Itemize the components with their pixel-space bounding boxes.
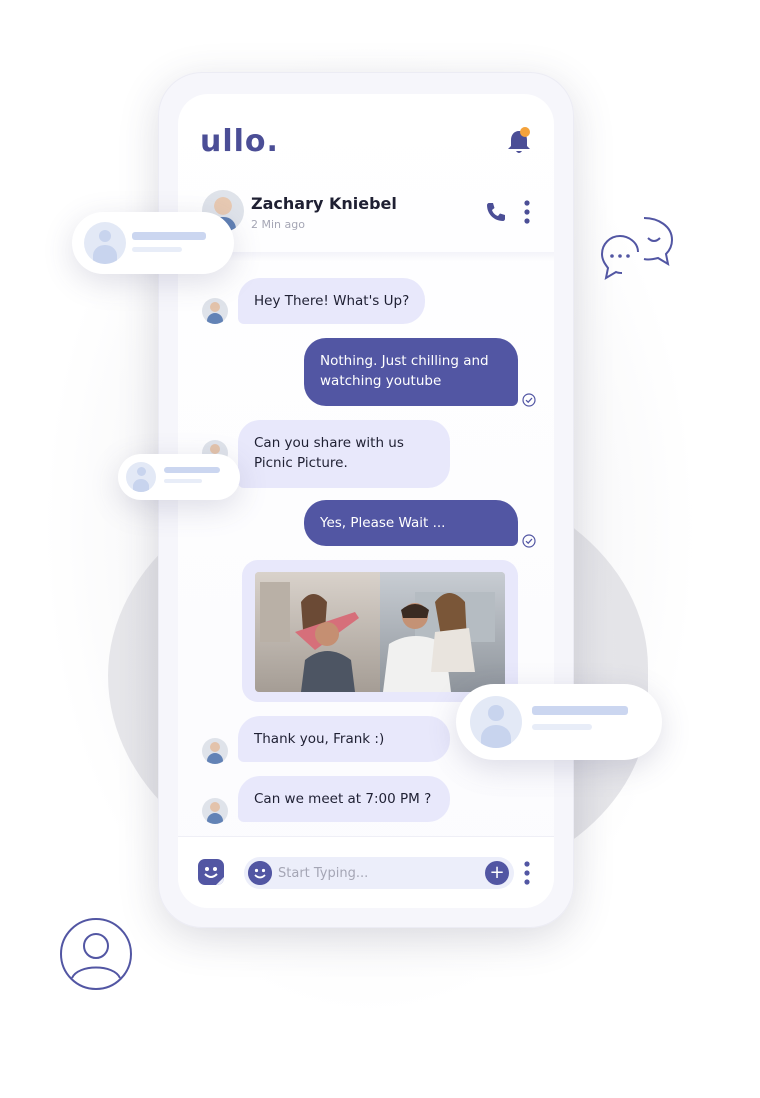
phone-icon[interactable] xyxy=(484,200,508,224)
message-bubble-outgoing: Nothing. Just chilling and watching yout… xyxy=(304,338,518,406)
more-vertical-icon[interactable] xyxy=(524,200,530,224)
message-avatar xyxy=(202,738,228,764)
emoji-icon[interactable] xyxy=(248,861,272,885)
header-divider xyxy=(178,252,554,262)
message-text-line: watching youtube xyxy=(320,373,442,389)
message-bubble-incoming: Thank you, Frank :) xyxy=(238,716,450,762)
sticker-icon[interactable] xyxy=(198,859,224,885)
placeholder-line xyxy=(132,247,182,252)
check-circle-icon xyxy=(522,534,536,548)
placeholder-avatar xyxy=(84,222,126,264)
placeholder-line xyxy=(164,479,202,483)
message-bubble-incoming: Hey There! What's Up? xyxy=(238,278,426,324)
contact-name: Zachary Kniebel xyxy=(251,194,397,213)
stage: ullo. Zachary Kniebel 2 Min ago Hey Ther… xyxy=(0,0,760,1098)
placeholder-line xyxy=(164,467,220,473)
placeholder-line xyxy=(532,706,628,715)
notification-dot xyxy=(520,127,530,137)
message-bubble-outgoing: Yes, Please Wait ... xyxy=(304,500,518,546)
message-text: Thank you, Frank :) xyxy=(254,731,385,747)
message-avatar xyxy=(202,298,228,324)
message-input[interactable] xyxy=(278,861,478,885)
message-avatar xyxy=(202,798,228,824)
message-text: Hey There! What's Up? xyxy=(254,293,410,309)
message-text: Yes, Please Wait ... xyxy=(320,515,446,531)
plus-icon[interactable]: + xyxy=(485,861,509,885)
message-text: Can we meet at 7:00 PM ? xyxy=(254,791,432,807)
chat-screen: ullo. Zachary Kniebel 2 Min ago Hey Ther… xyxy=(178,94,554,908)
shared-photo[interactable] xyxy=(255,572,505,692)
message-bubble-incoming: Can you share with us Picnic Picture. xyxy=(238,420,450,488)
app-logo: ullo. xyxy=(200,124,279,159)
floating-contact-card xyxy=(72,212,234,274)
more-vertical-icon[interactable] xyxy=(524,861,530,885)
placeholder-line xyxy=(532,724,592,730)
user-circle-icon xyxy=(60,918,132,990)
placeholder-line xyxy=(132,232,206,240)
floating-contact-card xyxy=(456,684,662,760)
message-bubble-incoming: Can we meet at 7:00 PM ? xyxy=(238,776,450,822)
placeholder-avatar xyxy=(126,462,156,492)
placeholder-avatar xyxy=(470,696,522,748)
message-text-line: Picnic Picture. xyxy=(254,455,348,471)
contact-status: 2 Min ago xyxy=(251,218,305,231)
floating-contact-card xyxy=(118,454,240,500)
message-text-line: Can you share with us xyxy=(254,435,404,451)
chat-bubbles-icon xyxy=(600,217,674,281)
message-text-line: Nothing. Just chilling and xyxy=(320,353,489,369)
check-circle-icon xyxy=(522,393,536,407)
